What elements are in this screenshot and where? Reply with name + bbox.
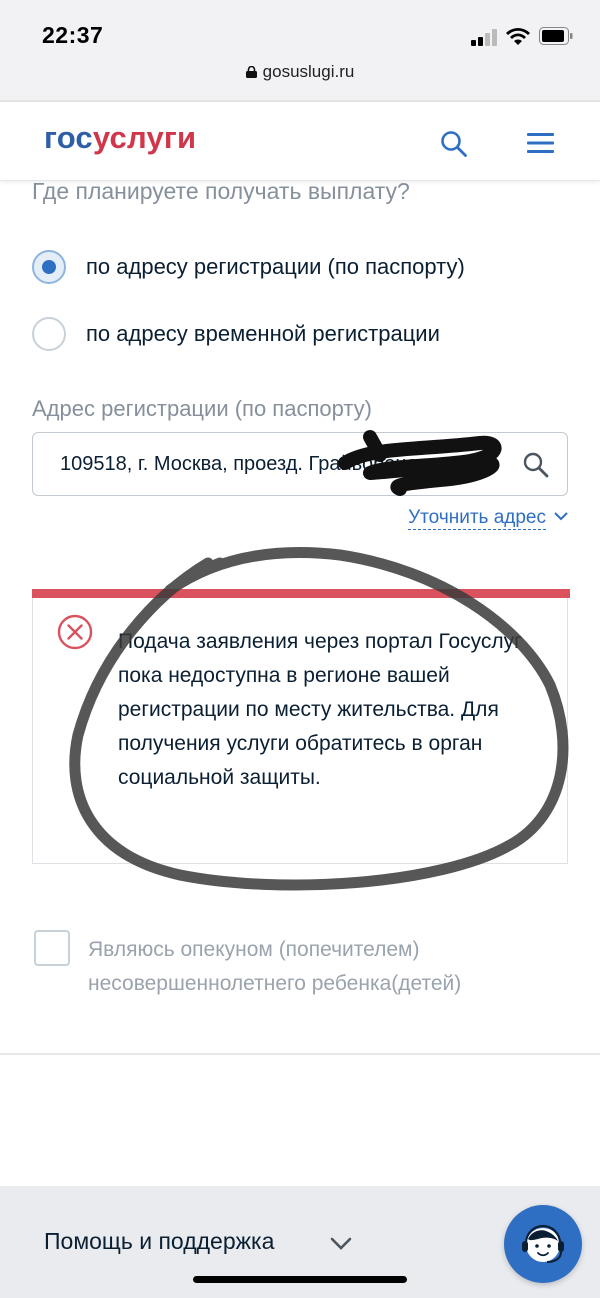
error-alert: Подача заявления через портал Госуслуг п… <box>32 589 570 864</box>
radio-button-checked[interactable] <box>32 250 66 284</box>
url-bar[interactable]: gosuslugi.ru <box>0 62 600 88</box>
guardian-checkbox[interactable] <box>34 930 70 966</box>
alert-message: Подача заявления через портал Госуслуг п… <box>118 630 522 789</box>
logo-part-uslugi: услуги <box>92 120 197 155</box>
search-icon[interactable] <box>440 130 468 158</box>
battery-icon <box>539 27 573 45</box>
error-x-icon <box>57 614 93 650</box>
redaction-scribble <box>338 430 502 496</box>
divider <box>0 1053 600 1055</box>
radio-label: по адресу регистрации (по паспорту) <box>86 254 465 279</box>
chevron-down-icon <box>554 512 568 521</box>
search-icon[interactable] <box>522 451 550 479</box>
wifi-icon <box>506 28 530 45</box>
lock-icon <box>245 66 257 78</box>
support-chat-button[interactable] <box>504 1205 582 1283</box>
cellular-signal-icon <box>471 28 497 46</box>
menu-icon[interactable] <box>527 132 554 154</box>
chevron-down-icon[interactable] <box>330 1237 352 1251</box>
url-text: gosuslugi.ru <box>262 62 355 81</box>
alert-accent-bar <box>32 589 570 598</box>
radio-label: по адресу временной регистрации <box>86 321 440 346</box>
home-indicator[interactable] <box>193 1276 407 1283</box>
support-operator-icon <box>522 1224 564 1263</box>
gosuslugi-logo[interactable]: госуслуги <box>44 120 196 156</box>
logo-part-gos: гос <box>44 120 93 155</box>
address-field-label: Адрес регистрации (по паспорту) <box>32 396 373 421</box>
refine-address-text: Уточнить адрес <box>408 507 546 530</box>
guardian-checkbox-label: Являюсь опекуном (попечителем) несоверше… <box>88 938 462 995</box>
radio-button[interactable] <box>32 317 66 351</box>
status-time: 22:37 <box>42 22 104 48</box>
status-bar: 22:37 gosuslugi.ru <box>0 0 600 100</box>
refine-address-link[interactable]: Уточнить адрес <box>408 507 568 530</box>
site-header: госуслуги <box>0 102 600 181</box>
payment-question: Где планируете получать выплату? <box>32 178 410 204</box>
help-support-toggle[interactable]: Помощь и поддержка <box>44 1228 274 1255</box>
